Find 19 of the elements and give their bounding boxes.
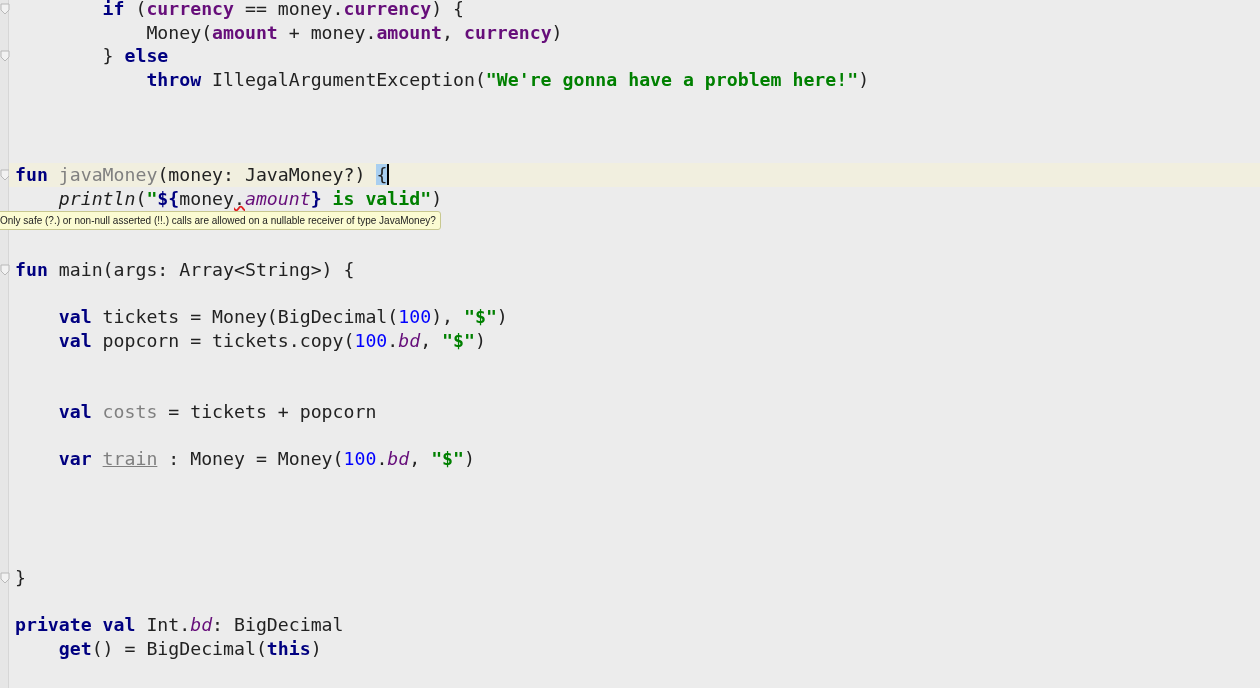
code-line: if (currency == money.currency) { xyxy=(101,0,465,21)
code-line: } else xyxy=(101,44,170,69)
code-line: throw IllegalArgumentException("We're gonna have a problem here!") xyxy=(145,68,871,92)
code-line: println("${money.amount} is valid") xyxy=(57,186,444,211)
code-line: get() = BigDecimal(this) xyxy=(57,636,323,661)
code-line: private val Int.bd: BigDecimal xyxy=(14,612,345,637)
fold-marker-icon[interactable] xyxy=(0,263,10,276)
fold-marker-icon[interactable] xyxy=(0,571,10,584)
fold-marker-icon[interactable] xyxy=(0,168,10,181)
fold-marker-icon[interactable] xyxy=(0,3,10,15)
code-line: val popcorn = tickets.copy(100.bd, "$") xyxy=(57,328,487,353)
code-line: val costs = tickets + popcorn xyxy=(57,399,378,424)
error-tooltip: Only safe (?.) or non-null asserted (!!.) calls are allowed on a nullable receiver of type JavaMoney? xyxy=(0,211,441,231)
code-line: Money(amount + money.amount, currency) xyxy=(145,20,564,45)
fold-marker-icon[interactable] xyxy=(0,50,10,63)
code-line: var train : Money = Money(100.bd, "$") xyxy=(57,447,476,471)
code-line: } xyxy=(14,565,27,590)
code-line: val tickets = Money(BigDecimal(100), "$") xyxy=(57,304,509,329)
code-line: fun main(args: Array<String>) { xyxy=(14,257,356,282)
